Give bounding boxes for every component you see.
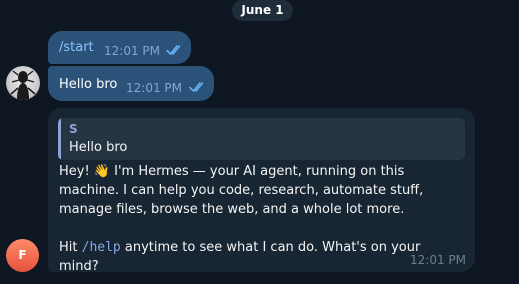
- reply-text: Hello bro: [69, 140, 128, 155]
- message-text: Hello bro: [59, 77, 118, 92]
- reply-accent-bar: [58, 118, 61, 160]
- bot-avatar[interactable]: F: [6, 239, 39, 272]
- message-body: Hey! 👋 I'm Hermes — your AI agent, runni…: [59, 162, 464, 276]
- read-ticks-icon: [166, 45, 181, 55]
- message-paragraph: Hit /help anytime to see what I can do. …: [59, 238, 464, 276]
- message-time: 12:01 PM: [104, 44, 160, 58]
- incoming-message[interactable]: S Hello bro Hey! 👋 I'm Hermes — your AI …: [48, 108, 475, 274]
- outgoing-message[interactable]: /start 12:01 PM: [48, 31, 191, 64]
- message-time: 12:01 PM: [410, 253, 466, 267]
- user-avatar[interactable]: [6, 66, 40, 100]
- reply-sender: S: [69, 122, 78, 136]
- message-time: 12:01 PM: [126, 81, 182, 95]
- message-text[interactable]: /start: [59, 40, 94, 55]
- message-paragraph: Hey! 👋 I'm Hermes — your AI agent, runni…: [59, 164, 424, 217]
- dark-figure-avatar-icon: [10, 70, 36, 100]
- chat-view: June 1 /start 12:01 PM Hello bro 12:01 P…: [0, 0, 519, 284]
- read-ticks-icon: [189, 82, 204, 92]
- reply-quote[interactable]: S Hello bro: [58, 118, 465, 160]
- text-segment: Hit: [59, 240, 82, 255]
- help-command[interactable]: /help: [82, 240, 121, 255]
- date-separator: June 1: [232, 0, 293, 21]
- outgoing-message[interactable]: Hello bro 12:01 PM: [48, 66, 214, 101]
